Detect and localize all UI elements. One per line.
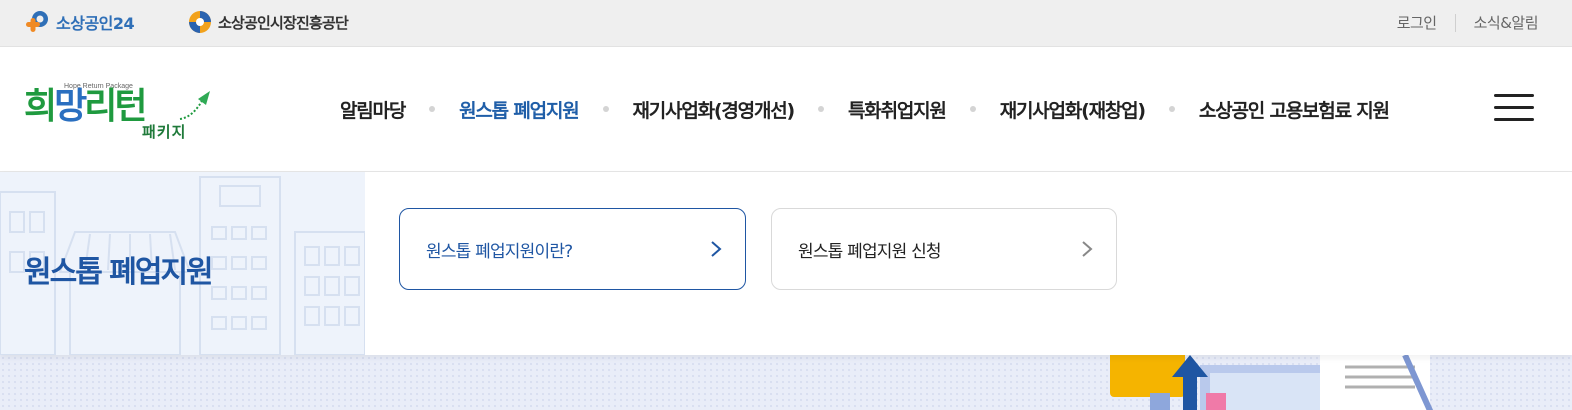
- utility-divider: [1454, 13, 1456, 32]
- sosanggongin24-text: 소상공인24: [56, 14, 135, 33]
- main-nav: 알림마당 원스톱 폐업지원 재기사업화(경영개선) 특화취업지원 재기사업화(재…: [340, 47, 1390, 171]
- submenu-card-about[interactable]: 원스톱 폐업지원이란?: [399, 208, 746, 290]
- nav-item-restart-startup[interactable]: 재기사업화(재창업): [1000, 96, 1146, 123]
- nav-item-restart-management[interactable]: 재기사업화(경영개선): [633, 96, 796, 123]
- submenu-card-apply[interactable]: 원스톱 폐업지원 신청: [771, 208, 1117, 290]
- semas-logo-icon: [188, 10, 212, 34]
- nav-separator: [602, 106, 609, 112]
- sosanggongin24-link[interactable]: 소상공인24: [24, 9, 135, 35]
- nav-separator: [818, 106, 825, 112]
- nav-item-insurance-support[interactable]: 소상공인 고용보험료 지원: [1199, 96, 1390, 123]
- logo-title: 희망리턴: [24, 86, 148, 127]
- nav-item-notice[interactable]: 알림마당: [340, 96, 406, 123]
- submenu-title-area: 원스톱 폐업지원: [0, 172, 365, 355]
- chevron-right-icon: [1080, 239, 1094, 259]
- semas-text: 소상공인시장진흥공단: [218, 13, 349, 32]
- logo-char-3: 리: [84, 86, 117, 127]
- submenu-panel: 원스톱 폐업지원 원스톱 폐업지원이란? 원스톱 폐업지원 신청: [0, 172, 1572, 355]
- submenu-card-label: 원스톱 폐업지원 신청: [798, 241, 942, 262]
- submenu-title: 원스톱 폐업지원: [24, 255, 214, 290]
- utility-bar: 소상공인24 소상공인시장진흥공단 로그인 소식&알림: [0, 0, 1572, 47]
- nav-item-onestop-closure[interactable]: 원스톱 폐업지원: [459, 96, 580, 123]
- logo-package-text: 패키지: [142, 123, 187, 141]
- logo-char-1: 희: [24, 86, 57, 127]
- header: Hope Return Package 희망리턴 패키지 알림마당 원스톱 폐업…: [0, 47, 1572, 172]
- nav-separator: [969, 106, 976, 112]
- nav-separator: [429, 106, 436, 112]
- utility-links: 로그인 소식&알림: [1397, 12, 1539, 33]
- hero-illustration: [1110, 355, 1434, 410]
- login-link[interactable]: 로그인: [1397, 12, 1437, 33]
- submenu-card-label: 원스톱 폐업지원이란?: [426, 241, 573, 262]
- chevron-right-icon: [709, 239, 723, 259]
- nav-separator: [1168, 106, 1175, 112]
- news-link[interactable]: 소식&알림: [1474, 12, 1539, 33]
- logo-char-4: 턴: [114, 86, 147, 127]
- semas-link[interactable]: 소상공인시장진흥공단: [188, 10, 349, 34]
- hamburger-menu-icon[interactable]: [1494, 92, 1534, 124]
- hope-return-logo[interactable]: Hope Return Package 희망리턴 패키지: [24, 73, 214, 145]
- logo-char-2: 망: [54, 86, 87, 127]
- nav-item-employment[interactable]: 특화취업지원: [848, 96, 947, 123]
- hero-banner-background: [0, 355, 1572, 410]
- sosanggongin24-logo-icon: [24, 9, 52, 35]
